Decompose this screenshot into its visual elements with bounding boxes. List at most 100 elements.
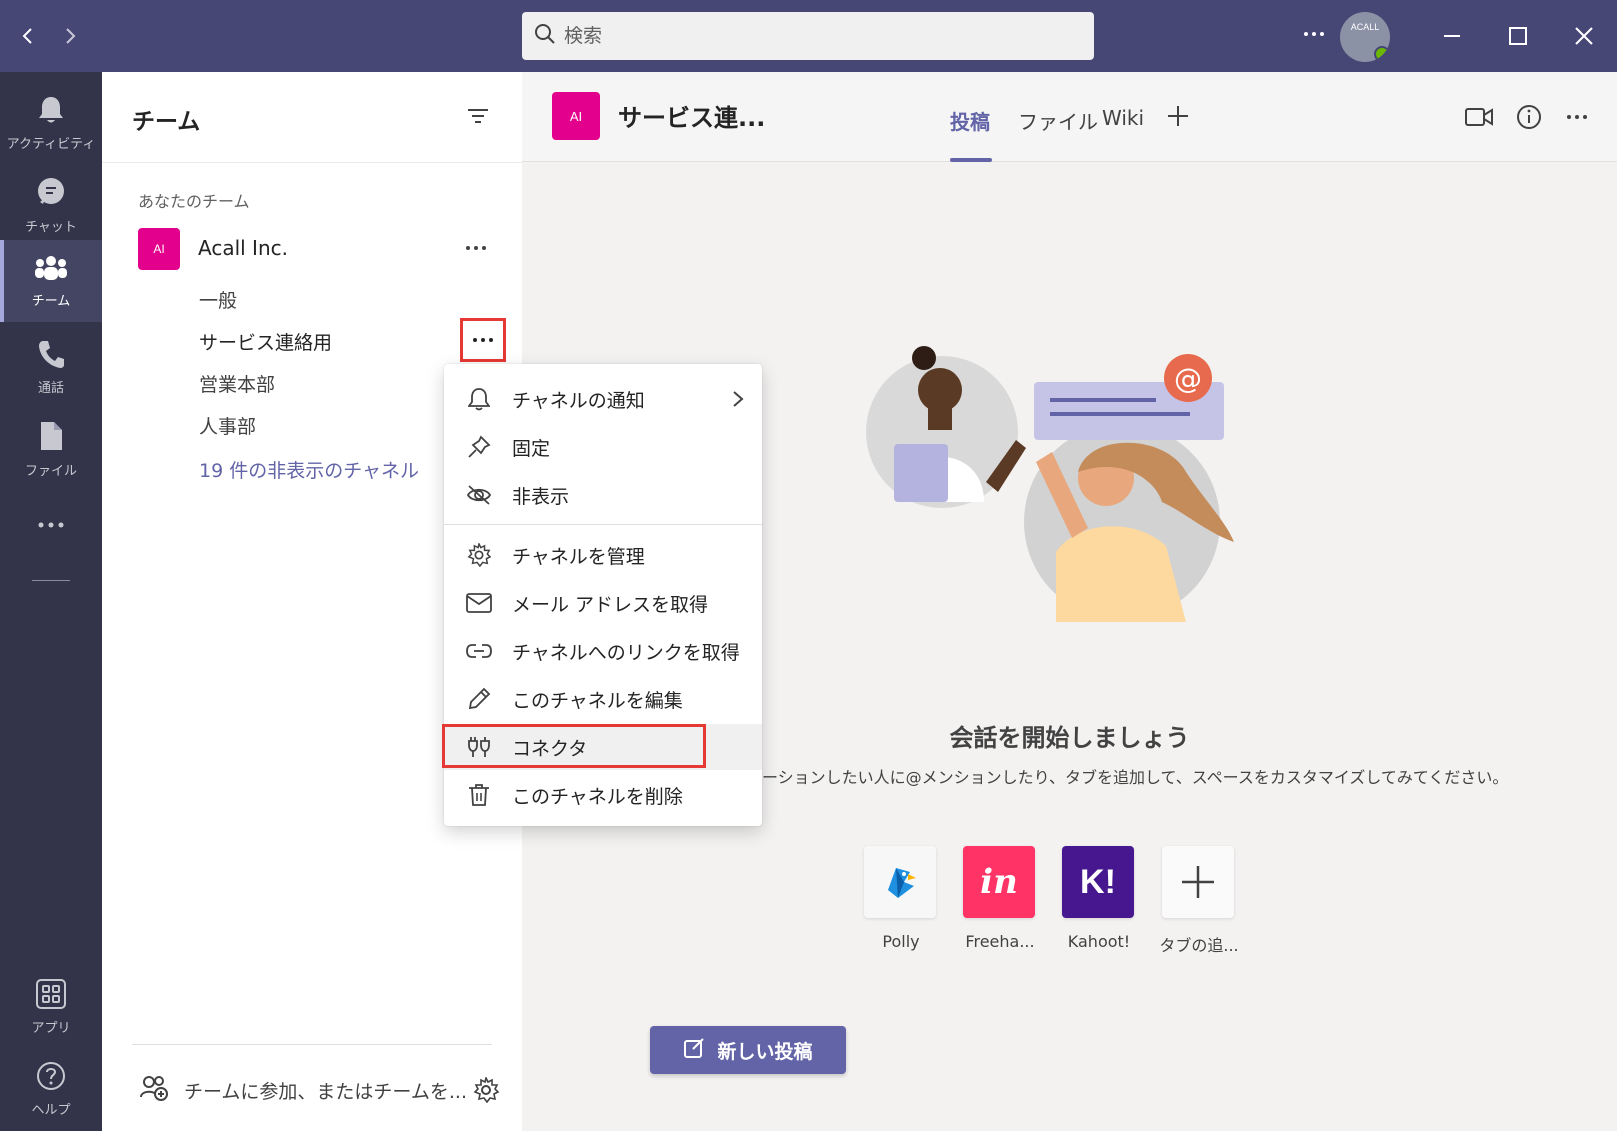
rail-label: チャット xyxy=(25,219,77,235)
join-team-button[interactable]: チームに参加、またはチームを... xyxy=(140,1070,500,1110)
rail-label: チーム xyxy=(31,293,71,309)
menu-item-edit-channel[interactable]: このチャネルを編集 xyxy=(444,676,762,722)
polly-icon xyxy=(864,846,936,918)
rail-item-apps[interactable]: アプリ xyxy=(0,966,102,1048)
more-options-icon[interactable] xyxy=(1560,100,1594,134)
rail-label: アプリ xyxy=(31,1020,71,1036)
divider xyxy=(102,162,522,163)
rail-item-activity[interactable]: アクティビティ xyxy=(0,82,102,164)
channel-title: サービス連... xyxy=(618,104,766,132)
filter-icon[interactable] xyxy=(462,100,494,132)
plus-icon xyxy=(1162,846,1234,918)
app-tile-polly[interactable]: Polly xyxy=(864,846,938,951)
back-arrow-icon[interactable] xyxy=(10,18,46,54)
panel-title: チーム xyxy=(132,109,201,135)
file-icon xyxy=(38,420,64,456)
rail-item-teams[interactable]: チーム xyxy=(0,240,102,322)
invision-icon: in xyxy=(963,846,1035,918)
app-name: Freeha... xyxy=(965,932,1035,951)
kahoot-icon: K! xyxy=(1062,846,1134,918)
help-icon xyxy=(36,1061,66,1095)
maximize-icon[interactable] xyxy=(1498,16,1538,56)
tab-posts[interactable]: 投稿 xyxy=(950,106,990,135)
chat-icon xyxy=(35,176,67,212)
team-more-options-icon[interactable] xyxy=(460,234,492,262)
rail-item-help[interactable]: ヘルプ xyxy=(0,1048,102,1130)
divider xyxy=(132,1044,492,1045)
new-post-button[interactable]: 新しい投稿 xyxy=(650,1026,846,1074)
channel-more-options-button[interactable] xyxy=(460,318,506,362)
menu-item-label: 固定 xyxy=(512,437,551,460)
rail-label: 通話 xyxy=(37,380,64,396)
rail-item-calls[interactable]: 通話 xyxy=(0,326,102,408)
start-description: ーションしたい人に@メンションしたり、タブを追加して、スペースをカスタマイズして… xyxy=(762,768,1509,787)
info-icon[interactable] xyxy=(1512,100,1546,134)
rail-label: ヘルプ xyxy=(31,1102,71,1118)
rail-item-files[interactable]: ファイル xyxy=(0,408,102,490)
menu-item-pin[interactable]: 固定 xyxy=(444,424,762,470)
channel-avatar: AI xyxy=(552,92,600,140)
chevron-right-icon xyxy=(726,387,750,411)
menu-item-get-link[interactable]: チャネルへのリンクを取得 xyxy=(444,628,762,674)
welcome-illustration: @ xyxy=(866,346,1234,622)
link-icon xyxy=(464,636,494,666)
menu-item-delete-channel[interactable]: このチャネルを削除 xyxy=(444,772,762,818)
svg-text:@: @ xyxy=(1174,362,1202,395)
menu-item-hide[interactable]: 非表示 xyxy=(444,472,762,518)
user-avatar[interactable]: ACALL xyxy=(1340,12,1390,62)
close-icon[interactable] xyxy=(1564,16,1604,56)
team-row[interactable]: AI Acall Inc. xyxy=(130,226,494,270)
add-tab-icon[interactable] xyxy=(1162,100,1194,132)
hidden-channels-link[interactable]: 19 件の非表示のチャネル xyxy=(199,456,419,483)
search-input[interactable] xyxy=(564,25,1064,47)
rail-item-chat[interactable]: チャット xyxy=(0,164,102,246)
app-name: Polly xyxy=(882,932,920,951)
channel-header: AI サービス連... 投稿 ファイル Wiki xyxy=(522,72,1617,162)
join-team-label: チームに参加、またはチームを... xyxy=(184,1080,467,1103)
channel-item-hr[interactable]: 人事部 xyxy=(199,412,256,439)
menu-item-label: 非表示 xyxy=(512,485,570,508)
forward-arrow-icon[interactable] xyxy=(52,18,88,54)
app-rail: アクティビティ チャット チーム 通話 ファイル アプリ ヘルプ xyxy=(0,72,102,1131)
app-name: Kahoot! xyxy=(1067,932,1131,951)
menu-item-manage-channel[interactable]: チャネルを管理 xyxy=(444,532,762,578)
video-call-icon[interactable] xyxy=(1462,100,1496,134)
channel-item-service[interactable]: サービス連絡用 xyxy=(199,328,332,355)
more-options-icon[interactable] xyxy=(1296,16,1332,52)
status-available-icon xyxy=(1374,46,1390,62)
add-people-icon xyxy=(140,1075,168,1105)
new-post-label: 新しい投稿 xyxy=(717,1040,813,1063)
rail-more-button[interactable] xyxy=(0,492,102,552)
connector-highlight-box xyxy=(442,724,706,768)
bell-icon xyxy=(464,384,494,414)
compose-icon xyxy=(683,1037,705,1063)
app-tile-add-tab[interactable]: タブの追... xyxy=(1159,846,1239,955)
channel-item-general[interactable]: 一般 xyxy=(199,286,237,313)
menu-item-label: メール アドレスを取得 xyxy=(512,593,709,616)
menu-item-label: このチャネルを編集 xyxy=(512,689,683,712)
search-box[interactable] xyxy=(522,12,1094,60)
mail-icon xyxy=(464,588,494,618)
teams-icon xyxy=(34,254,68,286)
active-tab-indicator xyxy=(950,158,992,162)
app-tile-kahoot[interactable]: K! Kahoot! xyxy=(1062,846,1136,951)
avatar-text: ACALL xyxy=(1350,22,1380,32)
channel-item-sales[interactable]: 営業本部 xyxy=(199,370,275,397)
menu-item-label: チャネルの通知 xyxy=(512,389,645,412)
app-name: タブの追... xyxy=(1159,936,1239,955)
section-label: あなたのチーム xyxy=(138,192,250,211)
app-tile-freehand[interactable]: in Freeha... xyxy=(963,846,1037,951)
gear-icon[interactable] xyxy=(468,1072,504,1108)
menu-item-channel-notifications[interactable]: チャネルの通知 xyxy=(444,376,762,422)
tab-files[interactable]: ファイル xyxy=(1018,106,1098,135)
pencil-icon xyxy=(464,684,494,714)
apps-icon xyxy=(36,978,66,1013)
title-bar: ACALL xyxy=(0,0,1617,72)
menu-item-get-email[interactable]: メール アドレスを取得 xyxy=(444,580,762,626)
tab-wiki[interactable]: Wiki xyxy=(1102,106,1144,130)
rail-label: ファイル xyxy=(24,463,77,479)
rail-divider xyxy=(32,580,70,581)
gear-icon xyxy=(464,540,494,570)
minimize-icon[interactable] xyxy=(1432,16,1472,56)
pin-icon xyxy=(464,432,494,462)
